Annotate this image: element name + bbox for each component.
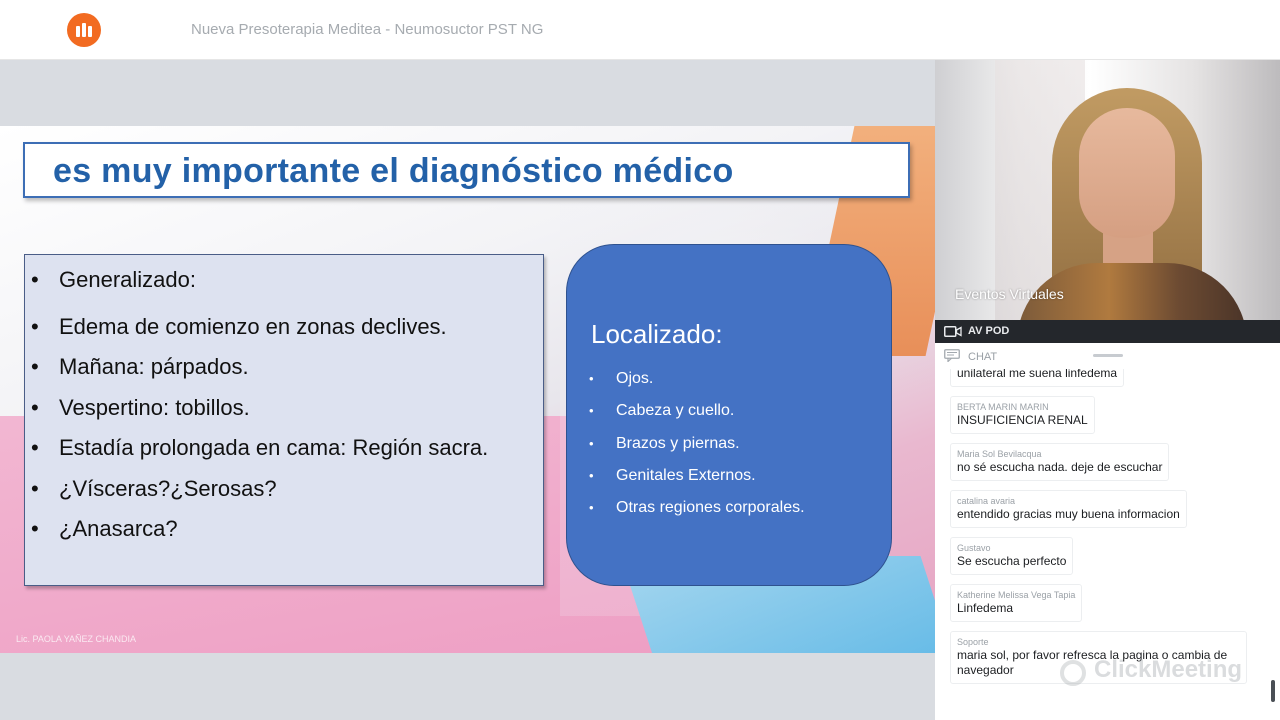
slide-list-item: • Ojos. xyxy=(589,367,805,399)
slide-list-item: • Edema de comienzo en zonas declives. xyxy=(31,308,488,349)
chat-message-author: Katherine Melissa Vega Tapia xyxy=(957,590,1076,600)
bullet-icon: • xyxy=(589,435,594,451)
chat-scrollbar-thumb[interactable] xyxy=(1271,680,1275,702)
bullet-icon: • xyxy=(31,475,39,501)
generalized-edema-box: • Generalizado: • Edema de comienzo en zona… xyxy=(24,254,544,586)
presentation-slide: es muy importante el diagnóstico médico … xyxy=(0,126,935,653)
clickmeeting-watermark: ClickMeeting xyxy=(1094,656,1242,684)
slide-list-item-text: Generalizado: xyxy=(59,267,196,292)
bullet-icon: • xyxy=(589,403,594,419)
chat-scrollbar[interactable] xyxy=(1271,375,1275,720)
chat-message-author: Soporte xyxy=(957,637,989,647)
clickmeeting-watermark-icon xyxy=(1060,660,1086,686)
slide-list-item-text: ¿Vísceras?¿Serosas? xyxy=(59,475,277,501)
slide-list-item: • Vespertino: tobillos. xyxy=(31,389,488,430)
chat-message: Katherine Melissa Vega Tapia Linfedema xyxy=(950,584,1083,622)
slide-list-item-text: Genitales Externos. xyxy=(616,466,756,484)
chat-resize-handle[interactable] xyxy=(1093,354,1123,357)
chat-message: Maria Sol Bevilacqua no sé escucha nada.… xyxy=(950,443,1170,481)
slide-list-item: • Otras regiones corporales. xyxy=(589,496,805,528)
chat-header[interactable]: CHAT xyxy=(935,343,1280,369)
slide-list-item: • Genitales Externos. xyxy=(589,464,805,496)
chat-label: CHAT xyxy=(968,351,998,363)
localized-edema-box: Localizado: • Ojos. • Cabeza y cuello. • Braz… xyxy=(566,244,892,586)
bullet-icon: • xyxy=(31,516,39,541)
bullet-icon: • xyxy=(31,354,39,379)
chat-message-text: INSUFICIENCIA RENAL xyxy=(957,413,1088,427)
localized-list: • Ojos. • Cabeza y cuello. • Brazos y piernas… xyxy=(589,367,805,528)
chat-message: unilateral me suena linfedema xyxy=(950,369,1125,387)
presentation-stage: es muy importante el diagnóstico médico … xyxy=(0,60,935,720)
bullet-icon: • xyxy=(589,371,594,386)
bullet-icon: • xyxy=(31,394,39,420)
slide-title: es muy importante el diagnóstico médico xyxy=(53,152,734,190)
chat-message-text: Se escucha perfecto xyxy=(957,554,1067,568)
slide-list-item-text: Edema de comienzo en zonas declives. xyxy=(59,313,447,339)
slide-list-item-text: Vespertino: tobillos. xyxy=(59,394,250,420)
bullet-icon: • xyxy=(31,435,39,460)
slide-list-item: • ¿Anasarca? xyxy=(31,510,488,551)
chat-message-author: Gustavo xyxy=(957,543,991,553)
chat-message-author: BERTA MARIN MARIN xyxy=(957,402,1049,412)
slide-list-item: • Estadía prolongada en cama: Región sacr… xyxy=(31,429,488,470)
slide-list-item-text: ¿Anasarca? xyxy=(59,516,178,541)
slide-footer: Lic. PAOLA YAÑEZ CHANDIA xyxy=(16,634,137,644)
clickmeeting-watermark-text: ClickMeeting xyxy=(1094,656,1243,683)
slide-list-item: • Brazos y piernas. xyxy=(589,432,805,464)
slide-list-item: • Generalizado: xyxy=(31,261,488,302)
chat-message-text: unilateral me suena linfedema xyxy=(957,369,1118,380)
slide-list-item-text: Mañana: párpados. xyxy=(59,354,249,379)
bullet-icon: • xyxy=(31,313,39,339)
bullet-icon: • xyxy=(589,467,594,483)
top-bar: Nueva Presoterapia Meditea - Neumosuctor… xyxy=(0,0,1280,60)
chat-message-text: no sé escucha nada. deje de escuchar xyxy=(957,460,1163,474)
slide-list-item-text: Cabeza y cuello. xyxy=(616,402,735,420)
slide-list-item-text: Otras regiones corporales. xyxy=(616,499,805,517)
slide-title-box: es muy importante el diagnóstico médico xyxy=(23,142,910,198)
video-presenter-label: Eventos Virtuales xyxy=(955,286,1064,302)
chat-message: catalina avaria entendido gracias muy bu… xyxy=(950,490,1187,528)
presenter-video[interactable]: Eventos Virtuales xyxy=(935,60,1280,320)
chat-message-text: entendido gracias muy buena informacion xyxy=(957,507,1180,521)
chat-message: Gustavo Se escucha perfecto xyxy=(950,537,1074,575)
bullet-icon: • xyxy=(31,267,39,292)
chat-icon xyxy=(944,349,960,362)
chat-message-author: Maria Sol Bevilacqua xyxy=(957,449,1042,459)
slide-list-item-text: Ojos. xyxy=(616,370,654,387)
chat-message-author: catalina avaria xyxy=(957,496,1016,506)
slide-list-item: • Cabeza y cuello. xyxy=(589,399,805,431)
localized-title: Localizado: xyxy=(591,319,723,349)
event-title: Nueva Presoterapia Meditea - Neumosuctor… xyxy=(191,21,544,38)
app-logo-icon xyxy=(67,13,101,47)
chat-message: BERTA MARIN MARIN INSUFICIENCIA RENAL xyxy=(950,396,1095,434)
slide-list-item: • Mañana: párpados. xyxy=(31,348,488,389)
av-pod-label: AV POD xyxy=(968,325,1010,337)
presenter-face xyxy=(1079,108,1175,238)
slide-list-item: • ¿Vísceras?¿Serosas? xyxy=(31,470,488,511)
bullet-icon: • xyxy=(589,500,594,516)
generalized-list: • Generalizado: • Edema de comienzo en zona… xyxy=(31,261,488,551)
slide-list-item-text: Estadía prolongada en cama: Región sacra… xyxy=(59,435,489,460)
chat-message-text: Linfedema xyxy=(957,601,1014,615)
av-pod-bar[interactable]: AV POD xyxy=(935,320,1280,343)
video-camera-icon xyxy=(944,326,962,337)
slide-list-item-text: Brazos y piernas. xyxy=(616,434,740,452)
